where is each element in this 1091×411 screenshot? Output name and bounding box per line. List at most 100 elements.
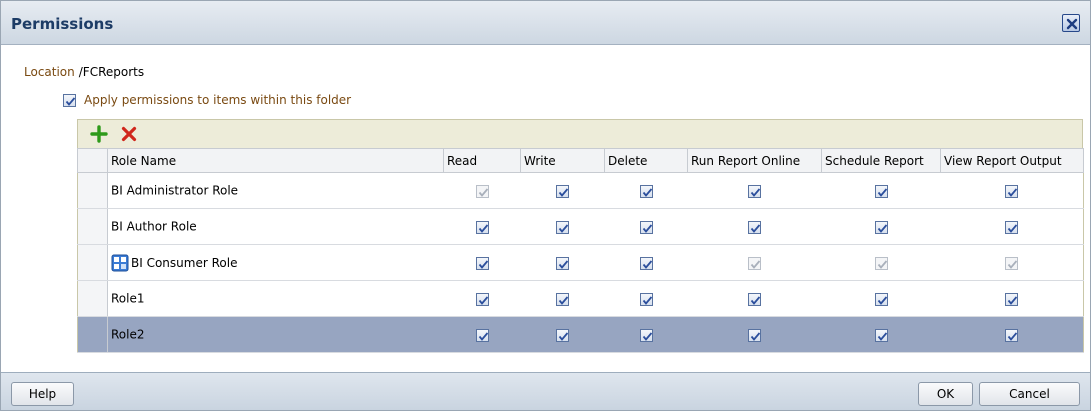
role-name: BI Author Role [111, 219, 197, 234]
permission-cell-run-report-online [687, 208, 822, 245]
permission-cell-view-report-output [940, 208, 1084, 245]
role-group-icon [111, 254, 129, 272]
view-report-output-checkbox[interactable] [1005, 292, 1019, 306]
view-report-output-checkbox[interactable] [1005, 328, 1019, 342]
table-row[interactable]: Role2 [77, 316, 1084, 353]
permission-cell-view-report-output [940, 280, 1084, 317]
schedule-report-checkbox[interactable] [874, 292, 888, 306]
schedule-report-checkbox[interactable] [874, 184, 888, 198]
run-report-online-checkbox[interactable] [748, 220, 761, 234]
permission-cell-read [443, 280, 521, 317]
view-report-output-checkbox[interactable] [1005, 184, 1019, 198]
table-row[interactable]: BI Author Role [77, 208, 1084, 245]
permission-cell-view-report-output [940, 172, 1084, 209]
read-checkbox [475, 184, 489, 198]
run-report-online-checkbox [748, 256, 761, 270]
write-checkbox[interactable] [556, 184, 569, 198]
permission-cell-delete [604, 172, 688, 209]
permission-cell-delete [604, 280, 688, 317]
help-button[interactable]: Help [11, 382, 74, 406]
permission-cell-read [443, 244, 521, 281]
table-row[interactable]: BI Consumer Role [77, 244, 1084, 281]
permission-cell-read [443, 208, 521, 245]
location: Location/FCReports [24, 65, 144, 79]
dialog-footer: Help OK Cancel [1, 372, 1090, 410]
permission-cell-schedule-report [821, 172, 941, 209]
apply-permissions-row: Apply permissions to items within this f… [63, 92, 351, 108]
permission-cell-run-report-online [687, 172, 822, 209]
delete-checkbox[interactable] [639, 220, 653, 234]
role-name-cell: BI Consumer Role [107, 244, 444, 281]
cancel-button[interactable]: Cancel [979, 382, 1080, 406]
view-report-output-checkbox[interactable] [1005, 220, 1019, 234]
location-value: /FCReports [78, 65, 145, 79]
delete-checkbox[interactable] [639, 256, 653, 270]
permission-cell-schedule-report [821, 208, 941, 245]
role-name-cell: Role1 [107, 280, 444, 317]
read-checkbox[interactable] [475, 328, 489, 342]
write-checkbox[interactable] [556, 256, 569, 270]
view-report-output-checkbox [1005, 256, 1019, 270]
role-name-cell: BI Administrator Role [107, 172, 444, 209]
schedule-report-checkbox[interactable] [874, 328, 888, 342]
row-selector[interactable] [77, 316, 108, 353]
close-icon[interactable] [1062, 14, 1080, 32]
write-checkbox[interactable] [556, 292, 569, 306]
column-header-write[interactable]: Write [520, 148, 605, 173]
column-header-delete[interactable]: Delete [604, 148, 688, 173]
permission-cell-run-report-online [687, 244, 822, 281]
permission-cell-schedule-report [821, 244, 941, 281]
run-report-online-checkbox[interactable] [748, 328, 761, 342]
run-report-online-checkbox[interactable] [748, 292, 761, 306]
permission-cell-delete [604, 208, 688, 245]
table-header-row: Role Name Read Write Delete Run Report O… [77, 148, 1084, 173]
role-name: BI Consumer Role [131, 255, 238, 270]
location-label: Location [24, 65, 75, 79]
permission-cell-write [520, 172, 605, 209]
read-checkbox[interactable] [475, 220, 489, 234]
permission-cell-write [520, 316, 605, 353]
delete-icon[interactable] [120, 125, 138, 143]
delete-checkbox[interactable] [639, 292, 653, 306]
permission-cell-delete [604, 244, 688, 281]
apply-permissions-label: Apply permissions to items within this f… [84, 93, 352, 107]
permissions-dialog: Permissions Location/FCReports Apply per… [0, 0, 1091, 411]
write-checkbox[interactable] [556, 220, 569, 234]
permission-cell-write [520, 244, 605, 281]
ok-button[interactable]: OK [918, 382, 973, 406]
row-selector[interactable] [77, 208, 108, 245]
row-selector[interactable] [77, 280, 108, 317]
add-icon[interactable] [90, 125, 108, 143]
column-header-role-name[interactable]: Role Name [107, 148, 444, 173]
role-name: Role2 [111, 327, 145, 342]
permission-cell-view-report-output [940, 244, 1084, 281]
read-checkbox[interactable] [475, 256, 489, 270]
grid-toolbar [77, 119, 1083, 148]
column-header-read[interactable]: Read [443, 148, 521, 173]
row-selector[interactable] [77, 172, 108, 209]
delete-checkbox[interactable] [639, 184, 653, 198]
permission-cell-write [520, 280, 605, 317]
permissions-table: Role Name Read Write Delete Run Report O… [77, 148, 1084, 353]
run-report-online-checkbox[interactable] [748, 184, 761, 198]
role-name: BI Administrator Role [111, 183, 239, 198]
table-row[interactable]: Role1 [77, 280, 1084, 317]
permission-cell-read [443, 316, 521, 353]
role-name-cell: Role2 [107, 316, 444, 353]
apply-permissions-checkbox[interactable] [63, 93, 76, 107]
permission-cell-view-report-output [940, 316, 1084, 353]
permission-cell-schedule-report [821, 280, 941, 317]
column-header-schedule-report[interactable]: Schedule Report [821, 148, 941, 173]
row-selector-header [77, 148, 108, 173]
permission-cell-read [443, 172, 521, 209]
dialog-title: Permissions [11, 15, 114, 33]
schedule-report-checkbox[interactable] [874, 220, 888, 234]
column-header-run-report-online[interactable]: Run Report Online [687, 148, 822, 173]
permission-cell-run-report-online [687, 316, 822, 353]
column-header-view-report-output[interactable]: View Report Output [940, 148, 1084, 173]
delete-checkbox[interactable] [639, 328, 653, 342]
read-checkbox[interactable] [475, 292, 489, 306]
table-row[interactable]: BI Administrator Role [77, 172, 1084, 209]
row-selector[interactable] [77, 244, 108, 281]
write-checkbox[interactable] [556, 328, 569, 342]
